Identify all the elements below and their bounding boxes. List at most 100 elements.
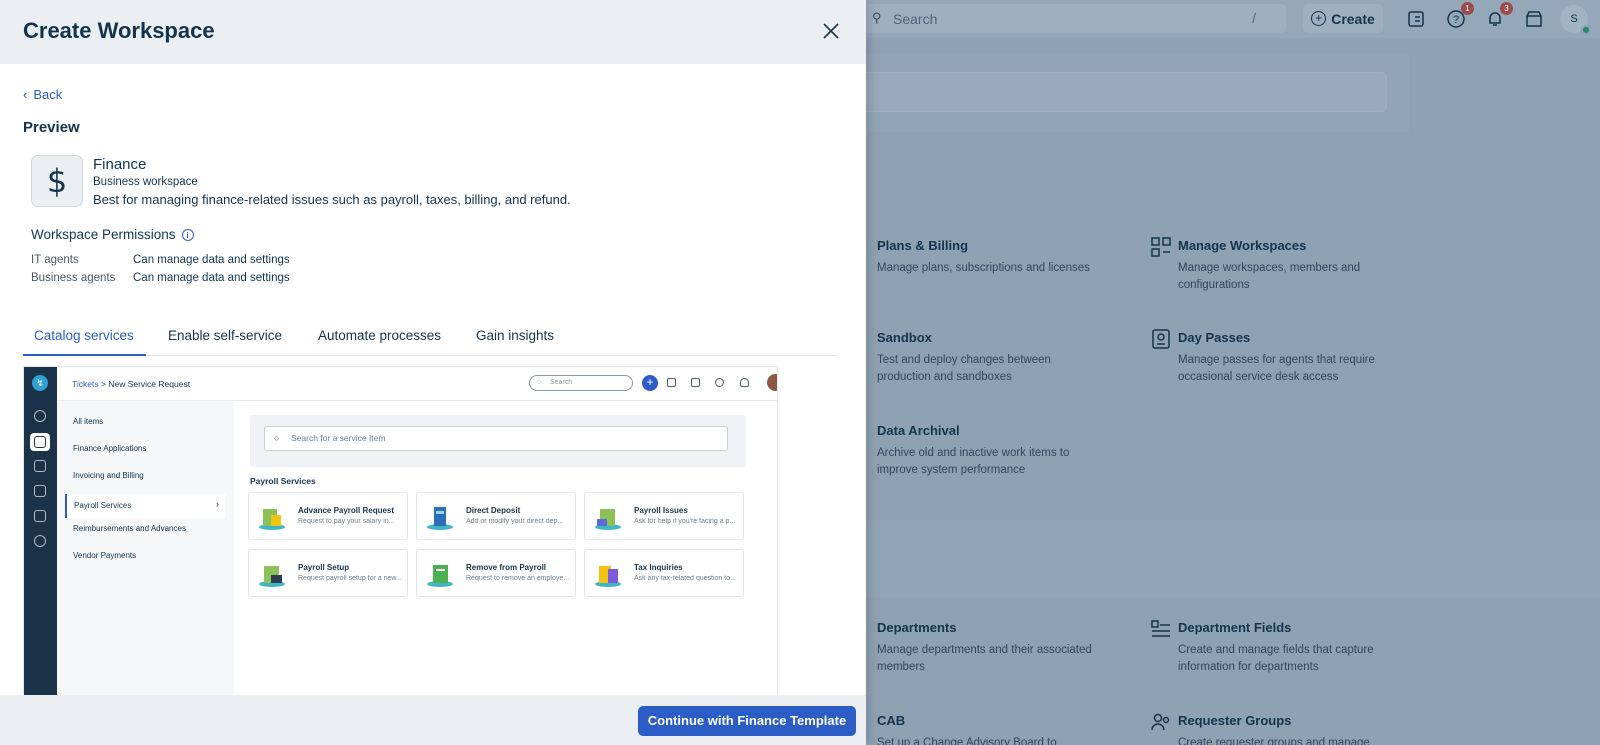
search-icon: ⚲ — [872, 10, 882, 25]
template-type: Business workspace — [93, 176, 198, 188]
create-button[interactable]: + Create — [1303, 4, 1383, 33]
tickets-icon — [34, 436, 46, 448]
svg-text:?: ? — [1453, 14, 1459, 26]
department-fields-icon — [1151, 620, 1170, 637]
nav-item: All items — [73, 417, 104, 426]
card-description: Set up a Change Advisory Board to — [877, 737, 1057, 745]
tab-gain-insights[interactable]: Gain insights — [476, 328, 554, 343]
card-description: Test and deploy changes between producti… — [877, 354, 1051, 383]
service-card: Direct Deposit Add or modify your direct… — [416, 492, 576, 540]
permission-role: Business agents — [31, 272, 116, 284]
breadcrumb-separator: > — [100, 379, 106, 389]
nav-item-selected: Payroll Services › — [65, 494, 225, 518]
payroll-illustration-icon — [259, 509, 285, 530]
requester-groups-icon — [1151, 713, 1170, 731]
help-badge: 1 — [1461, 2, 1474, 15]
card-description: Create and manage fields that capture in… — [1178, 644, 1374, 673]
reports-icon — [34, 510, 46, 522]
preview-add-icon: + — [642, 375, 658, 391]
nav-item: Vendor Payments — [73, 551, 137, 560]
solutions-icon — [34, 485, 46, 497]
user-avatar[interactable]: S — [1560, 5, 1591, 35]
service-title: Advance Payroll Request — [298, 506, 395, 515]
store-icon[interactable] — [1524, 9, 1544, 29]
service-desc: Request to pay your salary in... — [298, 518, 395, 525]
tab-automate-processes[interactable]: Automate processes — [318, 328, 441, 343]
service-search-box: Search for a service Item — [250, 415, 746, 467]
card-department-fields[interactable]: Department Fields Create and manage fiel… — [1178, 620, 1408, 676]
back-label: Back — [33, 87, 63, 102]
online-status-dot — [1581, 25, 1591, 35]
service-card: Remove from Payroll Request to remove an… — [416, 549, 576, 597]
card-description: Manage plans, subscriptions and licenses — [877, 262, 1090, 274]
preview-header: Tickets > New Service Request Search + — [57, 367, 777, 401]
service-title: Remove from Payroll — [466, 563, 547, 572]
card-description: Manage passes for agents that require oc… — [1178, 354, 1375, 383]
tab-enable-self-service[interactable]: Enable self-service — [168, 328, 282, 343]
help-button[interactable]: ? 1 — [1446, 2, 1474, 29]
section-title: Payroll Services — [250, 476, 316, 486]
create-workspace-drawer: Create Workspace ‹ Back Preview $ Financ… — [0, 0, 866, 745]
background-section-divider — [849, 520, 1600, 598]
background-search-field — [849, 72, 1387, 112]
card-departments[interactable]: Departments Manage departments and their… — [877, 620, 1107, 676]
service-card: Payroll Setup Request payroll setup for … — [248, 549, 408, 597]
card-description: Archive old and inactive work items to i… — [877, 447, 1070, 476]
calendar-icon — [691, 378, 700, 387]
preview-tabs: Catalog services Enable self-service Aut… — [23, 318, 837, 356]
card-data-archival[interactable]: Data Archival Archive old and inactive w… — [877, 423, 1107, 479]
day-pass-icon — [1152, 329, 1170, 349]
card-title: Departments — [877, 620, 957, 635]
service-desc: Request payroll setup for a new... — [298, 575, 402, 582]
workspaces-icon — [1151, 237, 1171, 257]
service-title: Payroll Setup — [298, 563, 350, 572]
service-card: Payroll Issues Ask for help if you're fa… — [584, 492, 744, 540]
service-desc: Ask for help if you're facing a p... — [634, 518, 736, 525]
preview-search: Search — [529, 375, 633, 391]
back-link[interactable]: ‹ Back — [23, 87, 62, 102]
search-shortcut: / — [1252, 10, 1256, 26]
card-requester-groups[interactable]: Requester Groups Create requester groups… — [1178, 713, 1408, 745]
template-preview-image: ↯ Tickets > New Service Request Search + — [23, 366, 778, 696]
breadcrumb-link: Tickets — [72, 379, 99, 389]
contacts-icon[interactable] — [1406, 9, 1426, 29]
card-plans-billing[interactable]: Plans & Billing Manage plans, subscripti… — [877, 238, 1107, 277]
nav-item: Reimbursements and Advances — [73, 524, 186, 533]
close-icon[interactable] — [820, 20, 842, 42]
permissions-title: Workspace Permissions — [31, 227, 176, 242]
chevron-right-icon: › — [216, 499, 219, 509]
service-desc: Request to remove an employe... — [466, 575, 570, 582]
template-name: Finance — [93, 156, 147, 173]
card-day-passes[interactable]: Day Passes Manage passes for agents that… — [1178, 330, 1408, 386]
plus-icon: + — [1311, 11, 1327, 26]
card-title: Day Passes — [1178, 330, 1251, 345]
card-title: Sandbox — [877, 330, 932, 345]
card-cab[interactable]: CAB Set up a Change Advisory Board to — [877, 713, 1107, 745]
card-title: Plans & Billing — [877, 238, 969, 253]
card-manage-workspaces[interactable]: Manage Workspaces Manage workspaces, mem… — [1178, 238, 1408, 294]
chevron-left-icon: ‹ — [23, 87, 28, 102]
card-sandbox[interactable]: Sandbox Test and deploy changes between … — [877, 330, 1107, 386]
info-icon[interactable]: i — [181, 228, 194, 241]
card-description: Manage departments and their associated … — [877, 644, 1092, 673]
issues-illustration-icon — [595, 509, 621, 530]
service-title: Payroll Issues — [634, 506, 688, 515]
card-title: Manage Workspaces — [1178, 238, 1307, 253]
service-desc: Ask any tax-related question to... — [634, 575, 736, 582]
service-search-input: Search for a service Item — [264, 426, 728, 451]
preview-category-nav: All items Finance Applications Invoicing… — [57, 401, 234, 695]
preview-avatar — [767, 374, 777, 391]
list-icon — [667, 378, 676, 387]
bell-icon — [740, 378, 749, 387]
notifications-button[interactable]: 3 — [1485, 2, 1513, 29]
continue-button[interactable]: Continue with Finance Template — [638, 706, 856, 736]
card-description: Create requester groups and manage — [1178, 737, 1370, 745]
tab-catalog-services[interactable]: Catalog services — [34, 328, 134, 343]
service-title: Direct Deposit — [466, 506, 521, 515]
drawer-header: Create Workspace — [0, 0, 866, 64]
permission-role: IT agents — [31, 254, 79, 266]
search-placeholder: Search — [893, 11, 938, 27]
global-search[interactable]: ⚲ Search / — [862, 4, 1286, 33]
app-logo-icon: ↯ — [32, 375, 48, 391]
permission-value: Can manage data and settings — [133, 254, 290, 266]
